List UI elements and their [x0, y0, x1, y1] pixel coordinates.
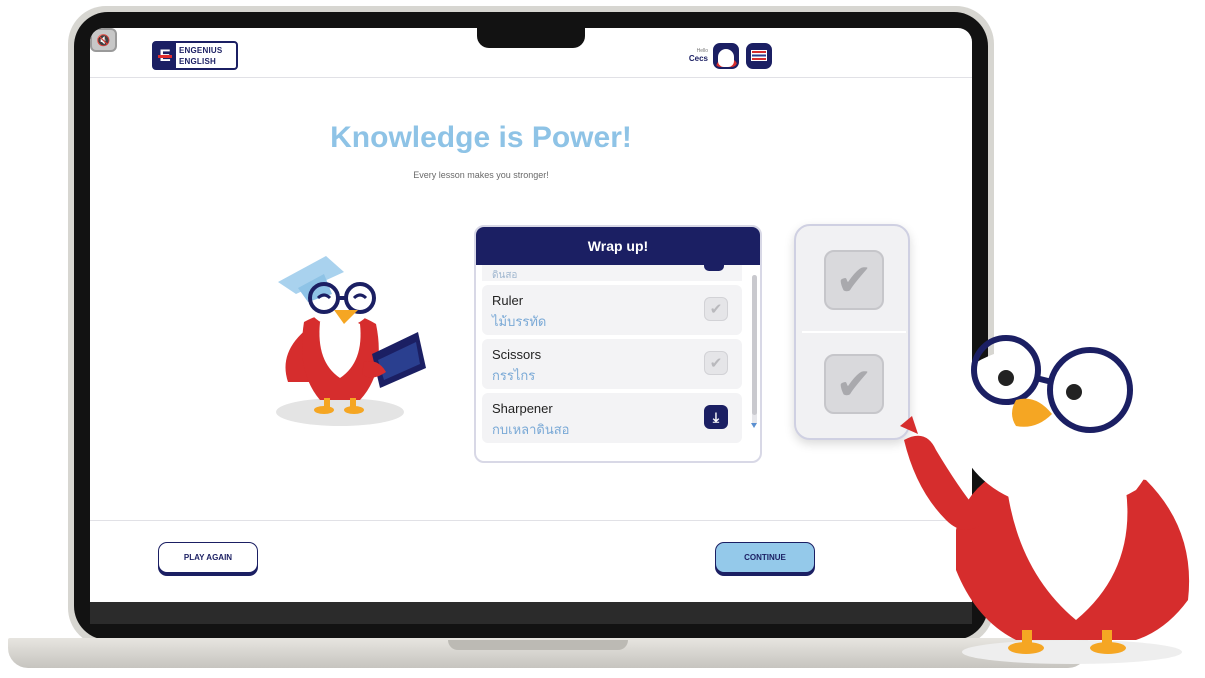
mute-button[interactable]: 🔇 [90, 28, 117, 52]
pointing-eagle-mascot [900, 335, 1190, 664]
vocab-thai: ดินสอ [492, 270, 518, 281]
camera-notch [477, 20, 585, 48]
user-name: Cecs [688, 54, 708, 63]
callout-divider [802, 331, 906, 333]
engenius-logo[interactable]: E ENGENIUS ENGLISH [152, 41, 238, 70]
logo-wordmark: ENGENIUS ENGLISH [176, 45, 222, 67]
laptop-groove [448, 640, 628, 650]
wrap-up-heading: Wrap up! [476, 227, 760, 265]
vocab-english: Scissors [492, 347, 542, 362]
play-again-button[interactable]: PLAY AGAIN [158, 542, 258, 573]
check-icon[interactable]: ✔ [704, 297, 728, 321]
vocab-status-button[interactable] [704, 265, 724, 271]
vocab-item-ruler: Ruler ไม้บรรทัด ✔ [482, 285, 742, 335]
reading-eagle-mascot [276, 256, 426, 426]
vocab-list[interactable]: ดินสอ Ruler ไม้บรรทัด ✔ Scissors กรรไกร … [482, 265, 742, 459]
promo-stage: E ENGENIUS ENGLISH Hello Cecs 🔇 Knowledg… [0, 0, 1205, 678]
list-scrollbar[interactable] [752, 275, 757, 425]
thai-flag-icon [751, 50, 767, 61]
vocab-english: Sharpener [492, 401, 553, 416]
scrollbar-thumb[interactable] [752, 275, 757, 415]
wrap-up-card: Wrap up! ดินสอ Ruler ไม้บรรทัด ✔ Scissor… [474, 225, 762, 463]
vocab-english: Ruler [492, 293, 524, 308]
avatar-face [718, 49, 734, 67]
scroll-down-arrow-icon[interactable] [751, 423, 757, 428]
check-icon: ✔ [824, 354, 884, 414]
zoomed-checkmark-callout: ✔ ✔ [794, 224, 910, 440]
check-icon: ✔ [824, 250, 884, 310]
check-icon[interactable]: ✔ [704, 351, 728, 375]
vocab-item-scissors: Scissors กรรไกร ✔ [482, 339, 742, 389]
greeting: Hello Cecs [680, 48, 708, 63]
vocab-thai: กบเหลาดินสอ [492, 422, 570, 437]
page-subtitle: Every lesson makes you stronger! [413, 170, 549, 180]
speaker-mute-icon: 🔇 [96, 34, 111, 47]
page-title: Knowledge is Power! [330, 121, 632, 154]
logo-line-1: ENGENIUS [179, 45, 223, 55]
vocab-item-sharpener: Sharpener กบเหลาดินสอ ⤓ [482, 393, 742, 443]
continue-button[interactable]: CONTINUE [715, 542, 815, 573]
laptop-chin [90, 602, 972, 624]
language-flag-button[interactable] [746, 43, 772, 69]
download-icon[interactable]: ⤓ [704, 405, 728, 429]
logo-line-2: ENGLISH [179, 56, 216, 66]
profile-avatar-button[interactable] [713, 43, 739, 69]
list-item: ดินสอ [482, 265, 742, 281]
footer-divider [90, 520, 972, 521]
logo-e-mark: E [154, 43, 176, 68]
vocab-thai: กรรไกร [492, 368, 536, 383]
vocab-thai: ไม้บรรทัด [492, 314, 547, 329]
